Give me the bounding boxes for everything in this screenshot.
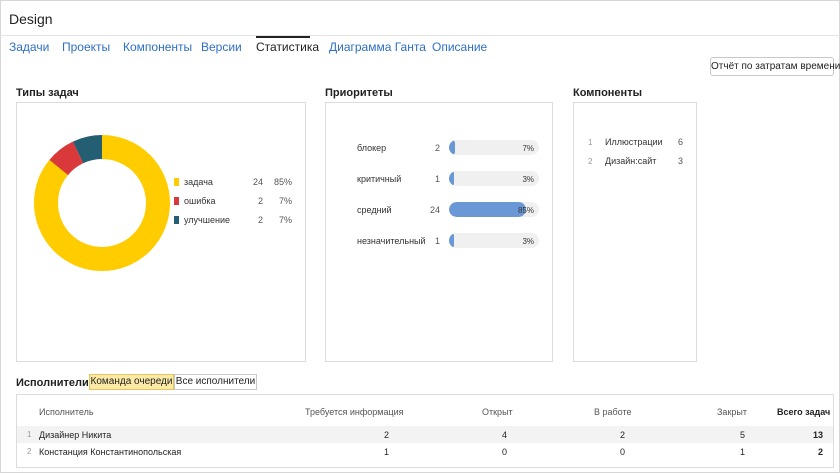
cell-closed[interactable]: 1 [715,447,745,457]
tab-projects[interactable]: Проекты [62,40,110,54]
legend-percent-task: 85% [273,177,292,187]
legend-percent-bug: 7% [278,196,292,206]
priority-count-medium: 24 [429,205,440,215]
component-name-design-site[interactable]: Дизайн:сайт [605,156,656,166]
column-header-open[interactable]: Открыт [482,407,513,417]
column-header-in-progress[interactable]: В работе [594,407,632,417]
priority-label-minor: незначительный [357,236,426,246]
priority-count-critical: 1 [434,174,440,184]
legend-count-improvement: 2 [257,215,263,225]
priority-bar-fill-blocker [449,140,456,155]
priority-count-minor: 1 [434,236,440,246]
component-count-design-site: 3 [678,156,684,166]
tab-description[interactable]: Описание [432,40,487,54]
column-header-total[interactable]: Всего задач [777,407,830,417]
tab-components[interactable]: Компоненты [123,40,192,54]
component-index: 2 [588,157,593,166]
assignee-name[interactable]: Дизайнер Никита [39,430,111,440]
row-index: 1 [27,430,32,439]
legend-label-task: задача [184,177,213,187]
priority-count-blocker: 2 [434,143,440,153]
tab-tasks[interactable]: Задачи [9,40,49,54]
tab-statistics[interactable]: Статистика [256,40,319,54]
components-panel: 1 Иллюстрации 6 2 Дизайн:сайт 3 [573,102,697,362]
legend-swatch-bug [174,197,179,205]
column-header-assignee[interactable]: Исполнитель [39,407,94,417]
priority-label-critical: критичный [357,174,402,184]
cell-total[interactable]: 2 [791,447,823,457]
column-header-closed[interactable]: Закрыт [717,407,747,417]
components-title: Компоненты [573,87,642,99]
active-tab-indicator [256,36,310,38]
cell-need-info[interactable]: 1 [357,447,389,457]
tab-gantt[interactable]: Диаграмма Ганта [329,40,426,54]
assignees-table: Исполнитель Требуется информация Открыт … [16,394,834,468]
priority-label-blocker: блокер [357,143,387,153]
tab-versions[interactable]: Версии [201,40,242,54]
table-row: 2 Констанция Константинопольская 1 0 0 1… [17,443,833,460]
legend-swatch-task [174,178,179,186]
cell-open[interactable]: 0 [477,447,507,457]
time-report-button[interactable]: Отчёт по затратам времени [710,57,840,76]
legend-percent-improvement: 7% [278,215,292,225]
component-index: 1 [588,138,593,147]
assignee-name[interactable]: Констанция Константинопольская [39,447,181,457]
column-header-need-info[interactable]: Требуется информация [305,407,404,417]
table-row: 1 Дизайнер Никита 2 4 2 5 13 [17,426,833,443]
task-types-donut-chart [34,135,170,271]
row-index: 2 [27,447,32,456]
legend-count-task: 24 [252,177,263,187]
cell-in-progress[interactable]: 2 [595,430,625,440]
legend-label-bug: ошибка [184,196,216,206]
priority-bar-fill-critical [449,171,455,186]
priorities-panel: блокер 2 7% критичный 1 3% средний 24 85… [325,102,553,362]
toggle-queue-team[interactable]: Команда очереди [89,374,174,390]
priorities-title: Приоритеты [325,87,393,99]
task-types-title: Типы задач [16,87,79,99]
cell-in-progress[interactable]: 0 [595,447,625,457]
cell-need-info[interactable]: 2 [357,430,389,440]
assignees-title: Исполнители [16,377,89,389]
priority-percent-minor: 3% [522,237,534,246]
page-title: Design [9,11,53,27]
legend-swatch-improvement [174,216,179,224]
cell-total[interactable]: 13 [791,430,823,440]
toggle-all-assignees[interactable]: Все исполнители [174,374,257,390]
legend-label-improvement: улучшение [184,215,230,225]
priority-percent-medium: 85% [517,206,534,215]
task-types-panel: задача 24 85% ошибка 2 7% улучшение 2 7% [16,102,306,362]
cell-open[interactable]: 4 [477,430,507,440]
tab-bar: Задачи Проекты Компоненты Версии Статист… [0,36,840,58]
page-header: Design [0,0,840,36]
legend-count-bug: 2 [257,196,263,206]
priority-bar-fill-minor [449,233,455,248]
cell-closed[interactable]: 5 [715,430,745,440]
priority-percent-critical: 3% [522,175,534,184]
priority-label-medium: средний [357,205,392,215]
priority-percent-blocker: 7% [522,144,534,153]
component-count-illustrations: 6 [678,137,684,147]
component-name-illustrations[interactable]: Иллюстрации [605,137,663,147]
